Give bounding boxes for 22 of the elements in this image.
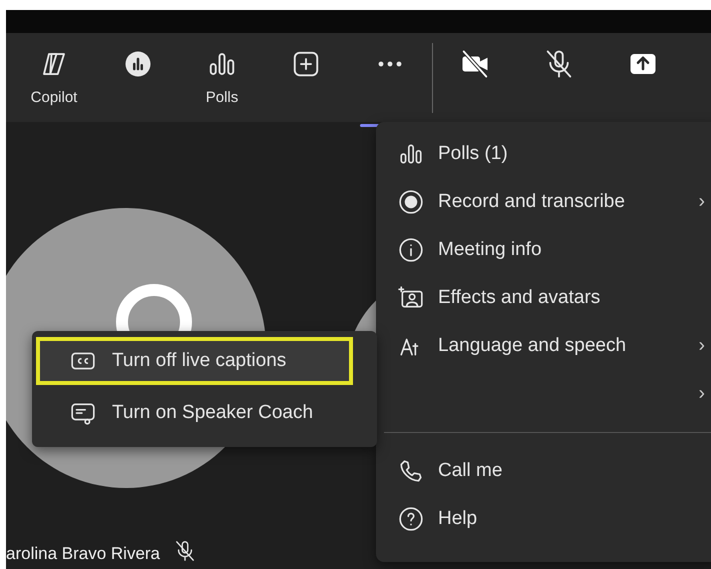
more-icon: [378, 60, 402, 66]
record-icon: [398, 189, 424, 215]
menu-item[interactable]: ›: [376, 370, 711, 418]
submenu-item[interactable]: Turn on Speaker Coach: [36, 389, 353, 437]
mic-off-icon: [544, 48, 574, 78]
phone-icon: [398, 458, 424, 484]
toolbar-button[interactable]: Copilot: [12, 42, 96, 112]
menu-item[interactable]: Effects and avatars: [376, 274, 711, 322]
menu-item[interactable]: Record and transcribe ›: [376, 178, 711, 226]
mic-off-icon: [174, 540, 196, 562]
help-icon: [398, 506, 424, 532]
menu-item[interactable]: Language and speech ›: [376, 322, 711, 370]
participant-name: arolina Bravo Rivera: [6, 544, 160, 564]
menu-item[interactable]: Call me: [376, 447, 711, 495]
camera-off-icon: [460, 48, 490, 78]
menu-item[interactable]: Polls (1): [376, 130, 711, 178]
info-icon: [398, 237, 424, 263]
toolbar-button[interactable]: Polls: [180, 42, 264, 112]
chart-circle-icon: [123, 48, 153, 78]
menu-item[interactable]: Help: [376, 495, 711, 543]
menu-item[interactable]: Meeting info: [376, 226, 711, 274]
submenu-item[interactable]: Turn off live captions: [36, 337, 353, 385]
